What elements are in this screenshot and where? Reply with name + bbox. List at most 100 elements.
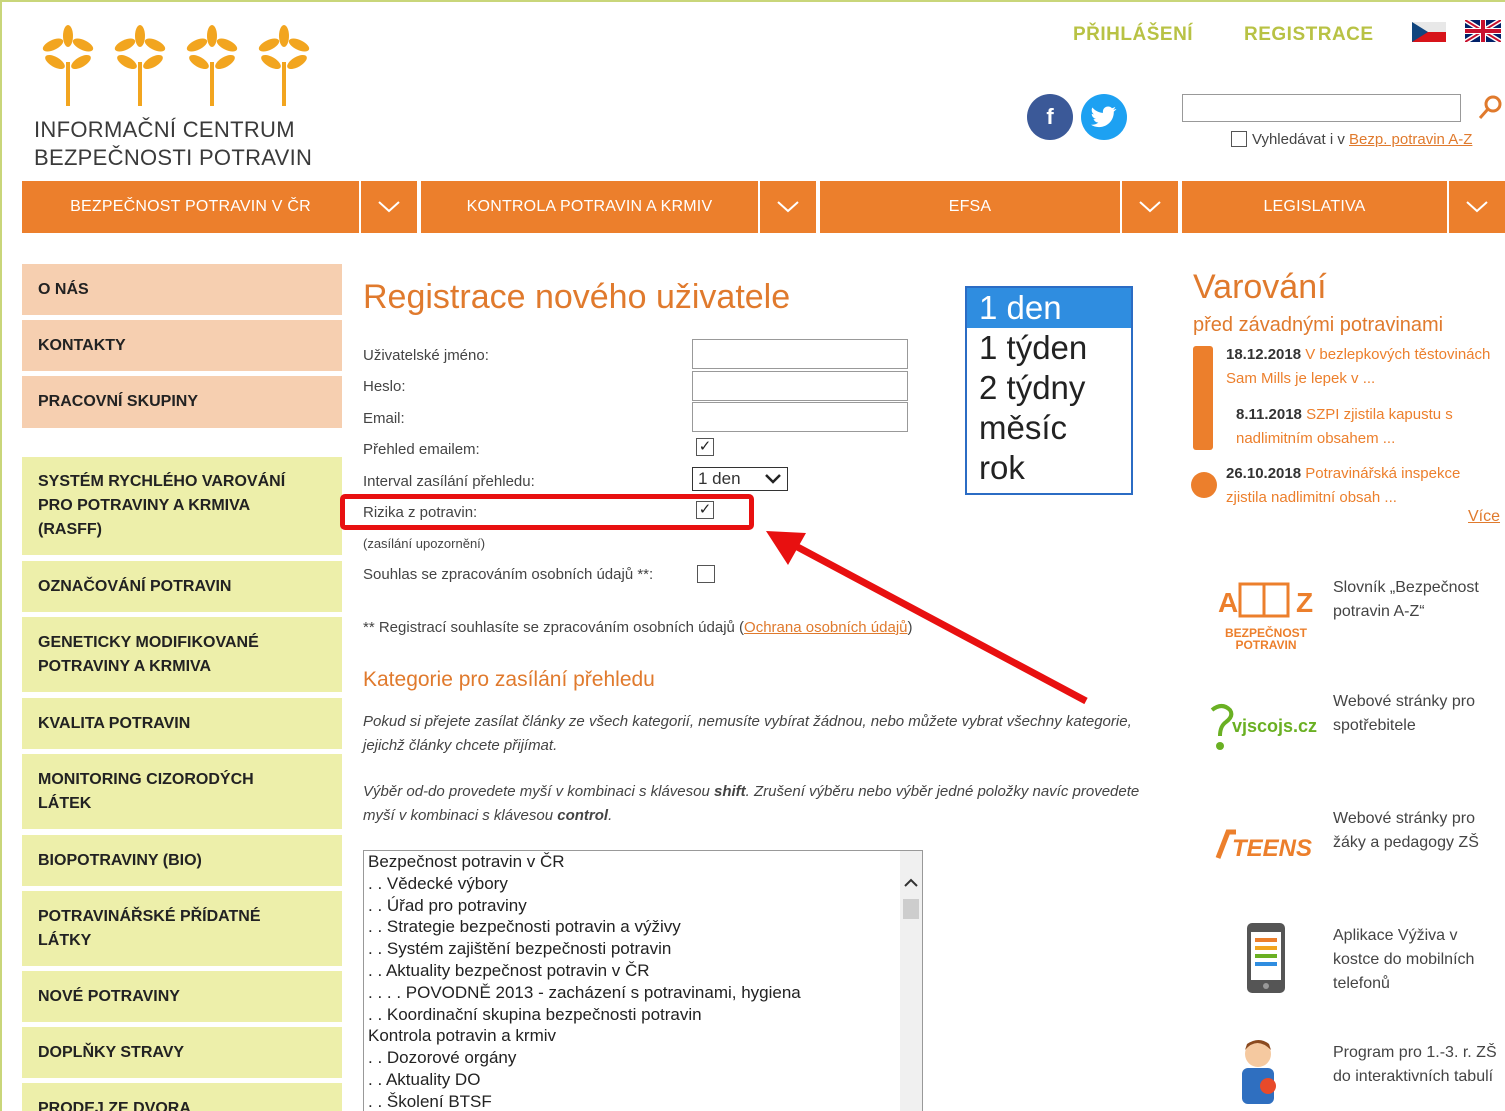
more-link[interactable]: Více xyxy=(1468,508,1500,526)
warning-date: 26.10.2018 xyxy=(1226,465,1302,482)
interval-option[interactable]: 1 den xyxy=(967,288,1131,328)
interval-option[interactable]: rok xyxy=(967,448,1131,488)
czech-flag-icon[interactable] xyxy=(1412,22,1446,42)
promo-teens-text[interactable]: Webové stránky pro žáky a pedagogy ZŠ xyxy=(1333,807,1503,855)
boy-illustration-icon[interactable] xyxy=(1228,1036,1292,1111)
email-label: Email: xyxy=(363,410,405,427)
chevron-down-icon xyxy=(765,474,781,484)
teens-logo[interactable]: TEENS xyxy=(1214,824,1318,864)
interval-select[interactable]: 1 den xyxy=(692,467,788,491)
chevron-down-icon[interactable] xyxy=(758,181,816,233)
shift-key: shift xyxy=(714,783,746,800)
list-item[interactable]: Bezpečnost potravin v ČR xyxy=(364,851,922,873)
nav-bezpecnost[interactable]: BEZPEČNOST POTRAVIN V ČR xyxy=(22,181,417,233)
consent-checkbox[interactable] xyxy=(697,565,715,583)
warning-item[interactable]: 18.12.2018 V bezlepkových těstovinách Sa… xyxy=(1226,343,1496,391)
search-az-label: Vyhledávat i v Bezp. potravin A-Z xyxy=(1252,131,1472,148)
mobile-phone-icon[interactable] xyxy=(1246,922,1286,994)
list-item[interactable]: . . . . POVODNĚ 2013 - zacházení s potra… xyxy=(364,982,922,1004)
nav-label: EFSA xyxy=(948,198,992,215)
password-field[interactable] xyxy=(692,371,908,401)
interval-select-value: 1 den xyxy=(698,469,741,488)
nav-label: LEGISLATIVA xyxy=(1263,198,1366,215)
uk-flag-icon[interactable] xyxy=(1465,20,1501,42)
sidebar-item-pracovni-skupiny[interactable]: PRACOVNÍ SKUPINY xyxy=(22,376,342,428)
list-item[interactable]: . . Úřad pro potraviny xyxy=(364,895,922,917)
interval-option[interactable]: měsíc xyxy=(967,408,1131,448)
question-mark-icon: vjscojs.cz xyxy=(1210,704,1317,750)
twitter-icon[interactable] xyxy=(1081,94,1127,140)
scrollbar-thumb[interactable] xyxy=(903,899,919,919)
book-icon: A Z xyxy=(1218,582,1313,618)
nav-efsa[interactable]: EFSA xyxy=(820,181,1178,233)
warning-item[interactable]: 8.11.2018 SZPI zjistila kapustu s nadlim… xyxy=(1226,403,1496,451)
facebook-icon[interactable]: f xyxy=(1027,94,1073,140)
register-link[interactable]: REGISTRACE xyxy=(1244,24,1374,46)
sidebar-item-kvalita[interactable]: KVALITA POTRAVIN xyxy=(22,698,342,749)
search-az-link[interactable]: Bezp. potravin A-Z xyxy=(1349,131,1472,148)
red-arrow-icon xyxy=(766,531,1088,705)
nav-kontrola[interactable]: KONTROLA POTRAVIN A KRMIV xyxy=(421,181,816,233)
logo-text[interactable]: INFORMAČNÍ CENTRUM BEZPEČNOSTI POTRAVIN xyxy=(34,116,312,172)
logo-flowers-icon[interactable] xyxy=(30,22,330,108)
vitalni-logo[interactable]: vjscojs.cz xyxy=(1204,700,1332,756)
sidebar-item-pridatne-latky[interactable]: POTRAVINÁŘSKÉ PŘÍDATNÉ LÁTKY xyxy=(22,891,342,966)
email-field[interactable] xyxy=(692,402,908,432)
username-field[interactable] xyxy=(692,339,908,369)
sidebar-item-bio[interactable]: BIOPOTRAVINY (BIO) xyxy=(22,835,342,886)
categories-hint-1: Pokud si přejete zasílat články ze všech… xyxy=(363,713,1132,754)
sidebar-item-kontakty[interactable]: KONTAKTY xyxy=(22,320,342,371)
sidebar-item-gmo[interactable]: GENETICKY MODIFIKOVANÉ POTRAVINY A KRMIV… xyxy=(22,617,342,692)
nav-legislativa[interactable]: LEGISLATIVA xyxy=(1182,181,1505,233)
list-item[interactable]: . . Systém zajištění bezpečnosti potravi… xyxy=(364,938,922,960)
list-item[interactable]: . . Školení BTSF xyxy=(364,1091,922,1111)
list-item[interactable]: . . Aktuality bezpečnost potravin v ČR xyxy=(364,960,922,982)
chevron-down-icon[interactable] xyxy=(1447,181,1505,233)
list-item[interactable]: Kontrola potravin a krmiv xyxy=(364,1025,922,1047)
warning-date: 8.11.2018 xyxy=(1236,406,1302,423)
interval-option[interactable]: 2 týdny xyxy=(967,368,1131,408)
promo-az-text[interactable]: Slovník „Bezpečnost potravin A-Z“ xyxy=(1333,576,1503,624)
list-item[interactable]: . . Koordinační skupina bezpečnosti potr… xyxy=(364,1004,922,1026)
sidebar-item-monitoring[interactable]: MONITORING CIZORODÝCH LÁTEK xyxy=(22,754,342,829)
search-icon[interactable] xyxy=(1476,94,1504,122)
promo-program-text[interactable]: Program pro 1.-3. r. ZŠ do interaktivníc… xyxy=(1333,1041,1503,1089)
sidebar-item-nove-potraviny[interactable]: NOVÉ POTRAVINY xyxy=(22,971,342,1022)
teens-text: TEENS xyxy=(1232,835,1312,862)
az-dictionary-logo[interactable]: A Z BEZPEČNOST POTRAVIN xyxy=(1216,578,1316,651)
hint-part: Výběr od-do provedete myší v kombinaci s… xyxy=(363,783,714,800)
warning-item[interactable]: 26.10.2018 Potravinářská inspekce zjisti… xyxy=(1226,462,1496,510)
categories-listbox[interactable]: Bezpečnost potravin v ČR . . Vědecké výb… xyxy=(363,850,923,1111)
search-az-checkbox[interactable] xyxy=(1231,131,1247,147)
overview-email-checkbox[interactable]: ✓ xyxy=(696,438,714,456)
control-key: control xyxy=(557,807,609,824)
az-logo-text: BEZPEČNOST POTRAVIN xyxy=(1224,626,1307,652)
interval-option[interactable]: 1 týden xyxy=(967,328,1131,368)
list-item[interactable]: . . Strategie bezpečnosti potravin a výž… xyxy=(364,916,922,938)
list-item[interactable]: . . Vědecké výbory xyxy=(364,873,922,895)
sidebar-item-doplnky[interactable]: DOPLŇKY STRAVY xyxy=(22,1027,342,1078)
login-link[interactable]: PŘIHLÁŠENÍ xyxy=(1073,24,1193,46)
page-title: Registrace nového uživatele xyxy=(363,278,791,316)
promo-consumers-text[interactable]: Webové stránky pro spotřebitele xyxy=(1333,690,1503,738)
sidebar-item-rasff[interactable]: SYSTÉM RYCHLÉHO VAROVÁNÍ PRO POTRAVINY A… xyxy=(22,457,342,555)
logo-line-1: INFORMAČNÍ CENTRUM xyxy=(34,117,295,142)
chevron-up-icon[interactable] xyxy=(900,873,922,893)
interval-dropdown-list[interactable]: 1 den 1 týden 2 týdny měsíc rok xyxy=(965,286,1133,495)
list-item[interactable]: . . Dozorové orgány xyxy=(364,1047,922,1069)
categories-title: Kategorie pro zasílání přehledu xyxy=(363,668,655,691)
chevron-down-icon[interactable] xyxy=(1120,181,1178,233)
sidebar-item-oznacovani[interactable]: OZNAČOVÁNÍ POTRAVIN xyxy=(22,561,342,612)
consent-note-prefix: ** Registrací souhlasíte se zpracováním … xyxy=(363,619,745,636)
exclamation-icon xyxy=(1193,346,1213,450)
list-item[interactable]: . . Aktuality DO xyxy=(364,1069,922,1091)
sidebar-item-o-nas[interactable]: O NÁS xyxy=(22,264,342,315)
chevron-down-icon[interactable] xyxy=(359,181,417,233)
nav-label: KONTROLA POTRAVIN A KRMIV xyxy=(466,198,713,215)
logo-line-2: BEZPEČNOSTI POTRAVIN xyxy=(34,145,313,170)
search-input[interactable] xyxy=(1182,94,1461,122)
sidebar-item-prodej-ze-dvora[interactable]: PRODEJ ZE DVORA xyxy=(22,1083,342,1111)
listbox-scrollbar[interactable] xyxy=(900,851,922,1111)
warning-date: 18.12.2018 xyxy=(1226,346,1302,363)
promo-app-text[interactable]: Aplikace Výživa v kostce do mobilních te… xyxy=(1333,924,1503,996)
